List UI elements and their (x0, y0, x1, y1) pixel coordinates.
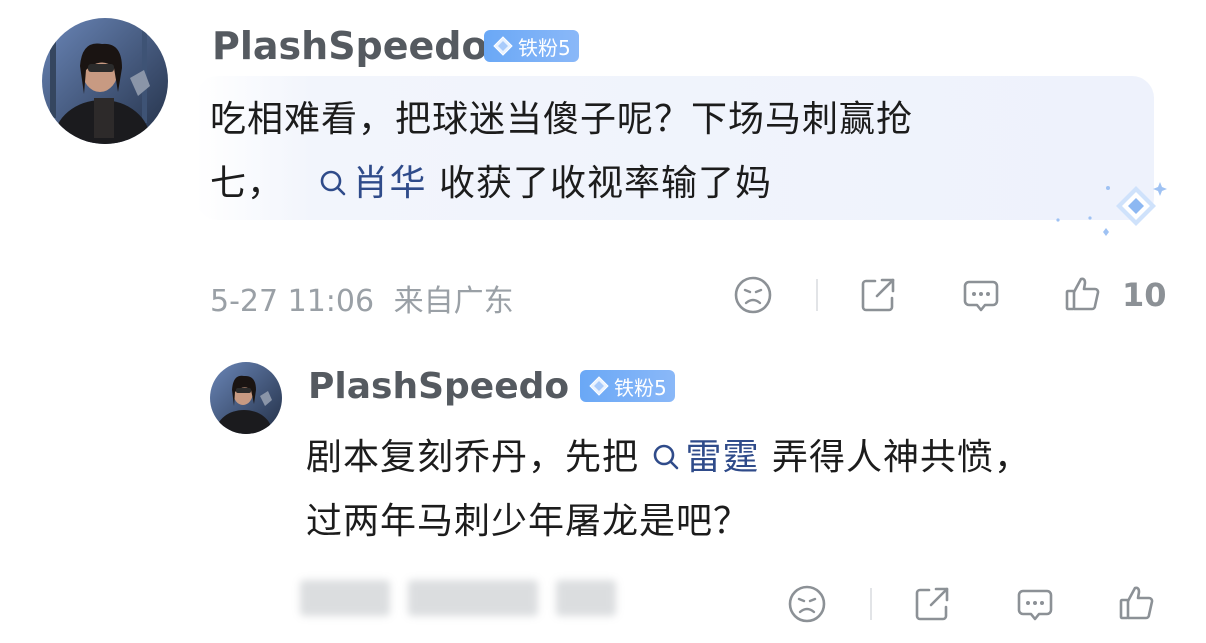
diamond-icon (589, 376, 609, 396)
share-icon (861, 278, 895, 312)
badge-label: 铁粉5 (518, 35, 571, 60)
reply-fan-badge[interactable]: 铁粉5 (580, 370, 675, 402)
sad-face-icon (788, 585, 826, 623)
mention-link[interactable]: 肖华 (318, 163, 438, 204)
thumbs-up-icon (1065, 277, 1100, 311)
reply-reply-button[interactable] (1015, 584, 1055, 624)
comment-line-2-suffix: 收获了收视率输了妈 (438, 163, 772, 204)
action-divider (816, 279, 818, 311)
mention-text: 肖华 (352, 163, 427, 204)
comment-text[interactable]: 吃相难看，把球迷当傻子呢？下场马刺赢抢 七， 肖华 收获了收视率输了妈 (210, 88, 913, 216)
search-icon (321, 170, 346, 196)
timestamp-value: 5-27 11:06 (210, 284, 375, 319)
like-count: 10 (1122, 276, 1167, 314)
reply-username[interactable]: PlashSpeedo (308, 366, 569, 407)
sad-face-icon (734, 276, 772, 314)
reply-button[interactable] (961, 275, 1001, 315)
comment-icon (1017, 589, 1053, 621)
timestamp: 5-27 11:06 来自广东 (210, 276, 514, 320)
diamond-decoration-icon (1056, 182, 1167, 236)
mention-link[interactable]: 雷霆 (639, 437, 772, 478)
reply-text[interactable]: 剧本复刻乔丹，先把 雷霆 弄得人神共愤， 过两年马刺少年屠龙是吧？ (306, 426, 1031, 554)
share-icon (915, 587, 949, 621)
badge-label: 铁粉5 (614, 375, 667, 400)
thumbs-up-icon (1119, 586, 1154, 620)
fan-badge[interactable]: 铁粉5 (484, 30, 579, 62)
username[interactable]: PlashSpeedo (212, 24, 488, 68)
reply-share-button[interactable] (912, 584, 952, 624)
search-icon (654, 444, 679, 470)
action-divider (870, 588, 872, 620)
share-button[interactable] (858, 275, 898, 315)
avatar[interactable] (42, 18, 168, 144)
dislike-button[interactable] (733, 275, 773, 315)
reply-line-1-suffix: 弄得人神共愤， (771, 437, 1031, 478)
reply-line-1-prefix: 剧本复刻乔丹，先把 (306, 437, 640, 478)
comment-line-2-prefix: 七， (210, 163, 285, 204)
comment-icon (963, 280, 999, 312)
comment-line-2: 七， 肖华 收获了收视率输了妈 (210, 152, 913, 216)
reply-line-2: 过两年马刺少年屠龙是吧？ (306, 501, 751, 542)
mention-text: 雷霆 (685, 437, 760, 478)
reply-like-button[interactable] (1117, 583, 1157, 623)
reply-line-1: 剧本复刻乔丹，先把 雷霆 弄得人神共愤， (306, 426, 1031, 490)
blurred-meta (300, 580, 616, 620)
like-button[interactable] (1063, 274, 1103, 314)
reply-avatar[interactable] (210, 362, 282, 434)
comment-line-1: 吃相难看，把球迷当傻子呢？下场马刺赢抢 (210, 99, 914, 140)
diamond-icon (493, 36, 513, 56)
location-value: 来自广东 (393, 284, 514, 319)
reply-dislike-button[interactable] (787, 584, 827, 624)
